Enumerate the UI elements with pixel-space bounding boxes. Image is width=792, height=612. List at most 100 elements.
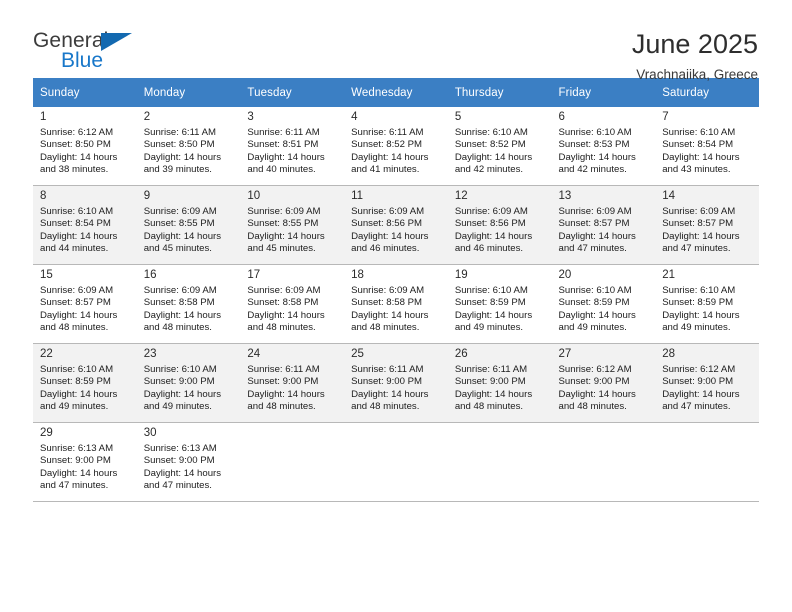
calendar-day-cell[interactable]: 7 Sunrise: 6:10 AM Sunset: 8:54 PM Daylight… bbox=[655, 107, 759, 186]
calendar-day-cell[interactable]: 16 Sunrise: 6:09 AM Sunset: 8:58 PM Dayligh… bbox=[136, 264, 241, 344]
day-box: 13 Sunrise: 6:09 AM Sunset: 8:57 PM Dayligh… bbox=[551, 186, 656, 264]
sunrise-text: Sunrise: 6:09 AM bbox=[351, 206, 425, 217]
day-box: 3 Sunrise: 6:11 AM Sunset: 8:51 PM Daylight… bbox=[240, 107, 344, 185]
calendar-day-cell[interactable]: 4 Sunrise: 6:11 AM Sunset: 8:52 PM Daylight… bbox=[344, 107, 448, 186]
sunrise-text: Sunrise: 6:10 AM bbox=[40, 364, 114, 375]
calendar-day-cell[interactable]: 10 Sunrise: 6:09 AM Sunset: 8:55 PM Dayligh… bbox=[240, 185, 345, 265]
calendar-day-cell[interactable]: 30 Sunrise: 6:13 AM Sunset: 9:00 PM Dayligh… bbox=[136, 422, 241, 502]
day-sun-info: Sunrise: 6:09 AM Sunset: 8:57 PM Daylight:… bbox=[662, 206, 753, 256]
calendar-day-cell[interactable]: 18 Sunrise: 6:09 AM Sunset: 8:58 PM Dayligh… bbox=[344, 264, 448, 344]
daylight-text-line2: and 49 minutes. bbox=[40, 401, 109, 413]
sunset-text: Sunset: 9:00 PM bbox=[247, 376, 319, 388]
daylight-text-line2: and 48 minutes. bbox=[351, 401, 420, 413]
daylight-text-line1: Daylight: 14 hours bbox=[351, 151, 429, 163]
day-sun-info: Sunrise: 6:09 AM Sunset: 8:55 PM Daylight:… bbox=[144, 206, 235, 256]
day-number: 17 bbox=[247, 269, 261, 281]
calendar-day-cell[interactable]: 19 Sunrise: 6:10 AM Sunset: 8:59 PM Dayligh… bbox=[447, 264, 552, 344]
calendar-day-cell[interactable]: 12 Sunrise: 6:09 AM Sunset: 8:56 PM Dayligh… bbox=[447, 185, 552, 265]
sunrise-text: Sunrise: 6:10 AM bbox=[454, 127, 528, 138]
calendar-day-cell[interactable]: 1 Sunrise: 6:12 AM Sunset: 8:50 PM Daylight… bbox=[33, 107, 137, 186]
daylight-text-line2: and 42 minutes. bbox=[558, 164, 627, 176]
day-number: 28 bbox=[662, 348, 676, 360]
sunset-text: Sunset: 8:59 PM bbox=[662, 297, 734, 309]
calendar-day-cell[interactable]: 2 Sunrise: 6:11 AM Sunset: 8:50 PM Daylight… bbox=[136, 107, 241, 186]
daylight-text-line2: and 46 minutes. bbox=[351, 243, 420, 255]
day-sun-info: Sunrise: 6:09 AM Sunset: 8:57 PM Daylight:… bbox=[559, 206, 650, 256]
day-number: 16 bbox=[143, 269, 157, 281]
day-box: 25 Sunrise: 6:11 AM Sunset: 9:00 PM Dayligh… bbox=[344, 344, 448, 422]
daylight-text-line2: and 41 minutes. bbox=[351, 164, 420, 176]
calendar-day-cell[interactable]: 29 Sunrise: 6:13 AM Sunset: 9:00 PM Dayligh… bbox=[33, 422, 137, 502]
calendar-day-cell[interactable]: 3 Sunrise: 6:11 AM Sunset: 8:51 PM Daylight… bbox=[240, 107, 345, 186]
daylight-text-line1: Daylight: 14 hours bbox=[454, 388, 533, 400]
calendar-day-cell[interactable]: 11 Sunrise: 6:09 AM Sunset: 8:56 PM Dayligh… bbox=[344, 185, 448, 265]
day-box: 24 Sunrise: 6:11 AM Sunset: 9:00 PM Dayligh… bbox=[240, 344, 345, 422]
sunrise-text: Sunrise: 6:11 AM bbox=[351, 127, 424, 138]
sunrise-text: Sunrise: 6:10 AM bbox=[662, 127, 736, 138]
location-subtitle: Vrachnaiika, Greece bbox=[636, 67, 758, 82]
sunrise-text: Sunrise: 6:09 AM bbox=[662, 206, 736, 217]
daylight-text-line2: and 47 minutes. bbox=[558, 243, 627, 255]
calendar-day-cell[interactable]: 13 Sunrise: 6:09 AM Sunset: 8:57 PM Dayligh… bbox=[551, 185, 656, 265]
page-title: June 2025 bbox=[631, 29, 758, 59]
daylight-text-line1: Daylight: 14 hours bbox=[662, 230, 740, 242]
calendar-day-cell[interactable]: 28 Sunrise: 6:12 AM Sunset: 9:00 PM Dayligh… bbox=[655, 343, 759, 423]
daylight-text-line2: and 48 minutes. bbox=[143, 322, 212, 334]
sunset-text: Sunset: 8:54 PM bbox=[40, 218, 111, 230]
weekday-header-wednesday: Wednesday bbox=[344, 78, 448, 107]
day-number: 8 bbox=[40, 190, 47, 202]
daylight-text-line2: and 43 minutes. bbox=[662, 164, 731, 176]
day-sun-info: Sunrise: 6:10 AM Sunset: 8:59 PM Daylight:… bbox=[455, 285, 546, 335]
daylight-text-line1: Daylight: 14 hours bbox=[454, 151, 533, 163]
calendar-day-cell[interactable]: 25 Sunrise: 6:11 AM Sunset: 9:00 PM Dayligh… bbox=[344, 343, 448, 423]
sunrise-text: Sunrise: 6:11 AM bbox=[454, 364, 528, 375]
daylight-text-line2: and 45 minutes. bbox=[247, 243, 316, 255]
calendar-day-cell[interactable]: 27 Sunrise: 6:12 AM Sunset: 9:00 PM Dayligh… bbox=[551, 343, 656, 423]
day-box: 28 Sunrise: 6:12 AM Sunset: 9:00 PM Dayligh… bbox=[655, 344, 759, 422]
day-sun-info: Sunrise: 6:11 AM Sunset: 9:00 PM Daylight:… bbox=[455, 364, 546, 414]
day-sun-info: Sunrise: 6:10 AM Sunset: 8:53 PM Daylight:… bbox=[559, 127, 650, 177]
sunset-text: Sunset: 9:00 PM bbox=[143, 376, 215, 388]
daylight-text-line1: Daylight: 14 hours bbox=[558, 151, 636, 163]
sunrise-text: Sunrise: 6:09 AM bbox=[247, 285, 321, 296]
sunset-text: Sunset: 8:56 PM bbox=[454, 218, 526, 230]
calendar-day-cell[interactable]: 5 Sunrise: 6:10 AM Sunset: 8:52 PM Daylight… bbox=[447, 107, 552, 186]
day-sun-info: Sunrise: 6:09 AM Sunset: 8:55 PM Daylight:… bbox=[247, 206, 338, 256]
sunrise-text: Sunrise: 6:10 AM bbox=[454, 285, 528, 296]
calendar-day-cell[interactable]: 23 Sunrise: 6:10 AM Sunset: 9:00 PM Dayligh… bbox=[136, 343, 241, 423]
calendar-day-cell[interactable]: 20 Sunrise: 6:10 AM Sunset: 8:59 PM Dayligh… bbox=[551, 264, 656, 344]
sunset-text: Sunset: 9:00 PM bbox=[662, 376, 734, 388]
calendar-day-cell[interactable]: 6 Sunrise: 6:10 AM Sunset: 8:53 PM Daylight… bbox=[551, 107, 656, 186]
day-sun-info: Sunrise: 6:10 AM Sunset: 8:59 PM Daylight:… bbox=[40, 364, 131, 414]
calendar-day-cell[interactable]: 15 Sunrise: 6:09 AM Sunset: 8:57 PM Dayligh… bbox=[33, 264, 137, 344]
calendar-page: General Blue June 2025 Vrachnaiika, Gree… bbox=[0, 0, 792, 612]
daylight-text-line2: and 38 minutes. bbox=[40, 164, 109, 176]
brand-logo[interactable]: General Blue bbox=[33, 28, 153, 76]
day-number: 27 bbox=[558, 348, 572, 360]
daylight-text-line1: Daylight: 14 hours bbox=[143, 467, 222, 479]
triangle-icon bbox=[101, 33, 132, 51]
daylight-text-line2: and 46 minutes. bbox=[454, 243, 524, 255]
calendar-day-cell[interactable]: 24 Sunrise: 6:11 AM Sunset: 9:00 PM Dayligh… bbox=[240, 343, 345, 423]
weekday-header-thursday: Thursday bbox=[447, 78, 552, 107]
calendar-day-cell[interactable]: 26 Sunrise: 6:11 AM Sunset: 9:00 PM Dayligh… bbox=[447, 343, 552, 423]
calendar-day-cell[interactable]: 9 Sunrise: 6:09 AM Sunset: 8:55 PM Daylight… bbox=[136, 185, 241, 265]
daylight-text-line1: Daylight: 14 hours bbox=[662, 151, 740, 163]
calendar-day-cell[interactable]: 17 Sunrise: 6:09 AM Sunset: 8:58 PM Dayligh… bbox=[240, 264, 345, 344]
calendar-day-cell[interactable]: 21 Sunrise: 6:10 AM Sunset: 8:59 PM Dayligh… bbox=[655, 264, 759, 344]
daylight-text-line1: Daylight: 14 hours bbox=[143, 309, 222, 321]
sunset-text: Sunset: 8:59 PM bbox=[454, 297, 526, 309]
day-number: 29 bbox=[40, 427, 53, 439]
day-box: 27 Sunrise: 6:12 AM Sunset: 9:00 PM Dayligh… bbox=[551, 344, 656, 422]
sunset-text: Sunset: 8:57 PM bbox=[558, 218, 630, 230]
daylight-text-line1: Daylight: 14 hours bbox=[40, 309, 118, 321]
calendar-container: Sunday Monday Tuesday Wednesday Thursday Frid… bbox=[0, 78, 792, 502]
day-box: 8 Sunrise: 6:10 AM Sunset: 8:54 PM Daylight… bbox=[33, 186, 137, 264]
day-number: 12 bbox=[454, 190, 468, 202]
calendar-day-cell[interactable]: 8 Sunrise: 6:10 AM Sunset: 8:54 PM Daylight… bbox=[33, 185, 137, 265]
day-number: 22 bbox=[40, 348, 53, 360]
day-sun-info: Sunrise: 6:12 AM Sunset: 9:00 PM Daylight:… bbox=[662, 364, 753, 414]
calendar-day-cell[interactable]: 14 Sunrise: 6:09 AM Sunset: 8:57 PM Dayligh… bbox=[655, 185, 759, 265]
calendar-day-cell[interactable]: 22 Sunrise: 6:10 AM Sunset: 8:59 PM Dayligh… bbox=[33, 343, 137, 423]
sunrise-text: Sunrise: 6:11 AM bbox=[143, 127, 217, 138]
